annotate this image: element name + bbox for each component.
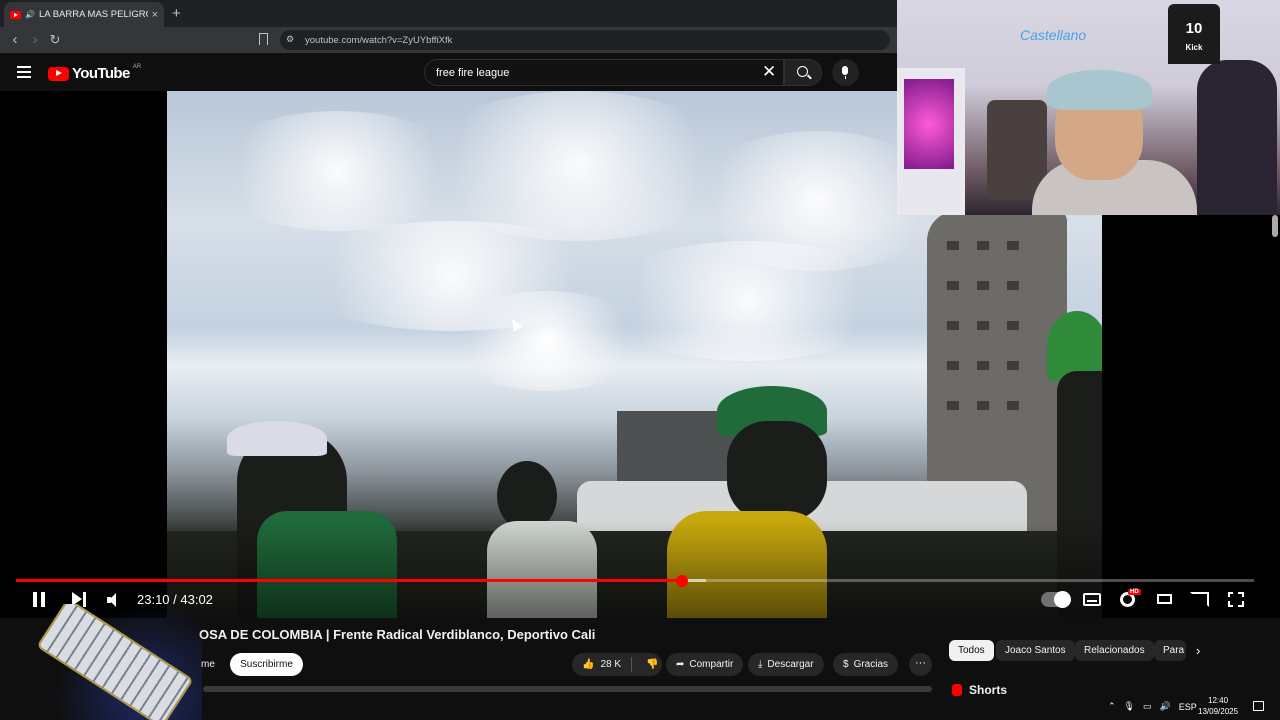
thanks-button[interactable]: $ Gracias <box>833 653 899 676</box>
share-button[interactable]: ➦ Compartir <box>666 653 744 676</box>
back-icon[interactable]: ‹ <box>6 31 24 49</box>
chevron-up-icon[interactable]: ⌃ <box>1108 701 1116 712</box>
page-scrollbar[interactable] <box>1272 215 1278 237</box>
download-button[interactable]: ⤓ Descargar <box>748 653 824 676</box>
new-tab-button[interactable]: + <box>172 5 181 22</box>
thanks-label: Gracias <box>853 659 889 670</box>
gaming-pc <box>897 68 965 215</box>
autoplay-toggle[interactable] <box>1041 591 1071 608</box>
like-count: 28 K <box>600 659 622 670</box>
network-icon[interactable]: ▭ <box>1143 701 1152 712</box>
subtitles-icon[interactable] <box>1083 593 1101 606</box>
notification-icon[interactable] <box>1253 701 1264 711</box>
wall-sign: Castellano <box>1020 27 1087 43</box>
hamburger-menu-icon[interactable] <box>17 66 31 78</box>
youtube-favicon-icon <box>10 10 21 19</box>
search-input[interactable]: free fire league <box>424 59 784 86</box>
more-actions-button[interactable]: ··· <box>909 653 932 676</box>
chip-relacionados[interactable]: Relacionados <box>1075 640 1154 661</box>
video-title: OSA DE COLOMBIA | Frente Radical Verdibl… <box>199 627 596 642</box>
chip-joaco-santos[interactable]: Joaco Santos <box>996 640 1075 661</box>
system-tray: ⌃ 🎙 ▭ 🔊 ESP <box>1108 693 1197 720</box>
browser-tab[interactable]: 🔊 LA BARRA MAS PELIGROSA D × <box>4 2 164 27</box>
jersey-number: 10 <box>1185 20 1203 37</box>
bookmark-icon[interactable] <box>259 33 268 45</box>
webcam-overlay <box>897 0 1280 215</box>
like-button[interactable]: 👍 28 K <box>572 657 633 672</box>
youtube-logo[interactable]: YouTube AR <box>48 63 142 82</box>
voice-search-icon[interactable] <box>832 59 859 86</box>
chip-para[interactable]: Para <box>1154 640 1186 661</box>
chevron-right-icon[interactable]: › <box>1196 643 1200 658</box>
youtube-wordmark: YouTube <box>72 65 130 82</box>
progress-played <box>16 579 683 582</box>
download-icon: ⤓ <box>758 659 763 670</box>
forward-icon[interactable]: › <box>26 31 44 49</box>
search-button[interactable] <box>784 59 822 86</box>
search-icon <box>797 66 808 77</box>
site-info-icon[interactable]: ⚙ <box>286 34 294 45</box>
country-code: AR <box>132 63 142 70</box>
url-text: youtube.com/watch?v=ZyUYbffiXfk <box>305 34 453 46</box>
thumbs-down-icon: 👎 <box>646 659 659 670</box>
chip-todos[interactable]: Todos <box>949 640 994 661</box>
clock-date: 13/09/2025 <box>1198 707 1239 716</box>
dislike-button[interactable]: 👎 <box>637 659 667 670</box>
jersey-name: Kick <box>1185 43 1203 52</box>
reload-icon[interactable]: ↻ <box>46 31 64 49</box>
youtube-play-icon <box>48 66 69 81</box>
cast-icon[interactable] <box>1190 592 1209 607</box>
tab-close-icon[interactable]: × <box>152 9 158 21</box>
streamer-hair <box>1047 70 1152 110</box>
hd-badge: HD <box>1128 589 1141 595</box>
microphone-icon[interactable]: 🎙 <box>1124 701 1135 712</box>
shorts-section-header: Shorts <box>952 683 1007 697</box>
subscribe-button[interactable]: Suscribirme <box>230 653 303 676</box>
channel-name[interactable]: me <box>201 659 215 670</box>
like-dislike-group: 👍 28 K 👎 <box>572 653 662 676</box>
language-indicator[interactable]: ESP <box>1179 702 1197 712</box>
address-bar[interactable]: youtube.com/watch?v=ZyUYbffiXfk <box>280 30 890 50</box>
thumbs-up-icon: 👍 <box>582 659 595 670</box>
fullscreen-icon[interactable] <box>1227 591 1244 607</box>
share-label: Compartir <box>689 659 734 670</box>
progress-scrubber[interactable] <box>676 575 689 587</box>
keyboard-overlay <box>22 604 202 720</box>
tab-title: LA BARRA MAS PELIGROSA D <box>38 9 148 20</box>
thanks-icon: $ <box>843 659 849 670</box>
search-value: free fire league <box>436 66 510 79</box>
speaker-icon: 🔊 <box>25 10 35 19</box>
shorts-label: Shorts <box>969 683 1008 697</box>
volume-tray-icon[interactable]: 🔊 <box>1160 701 1171 712</box>
share-icon: ➦ <box>676 659 685 670</box>
download-label: Descargar <box>767 659 814 670</box>
theater-mode-icon[interactable] <box>1157 594 1172 604</box>
clock-time: 12:40 <box>1208 696 1229 705</box>
wall-jersey: 10 Kick <box>1168 4 1220 64</box>
clear-search-icon[interactable]: ✕ <box>762 62 776 82</box>
description-box[interactable] <box>203 686 932 692</box>
taskbar-clock[interactable]: 12:40 13/09/2025 <box>1198 695 1238 717</box>
shorts-icon <box>952 684 962 696</box>
